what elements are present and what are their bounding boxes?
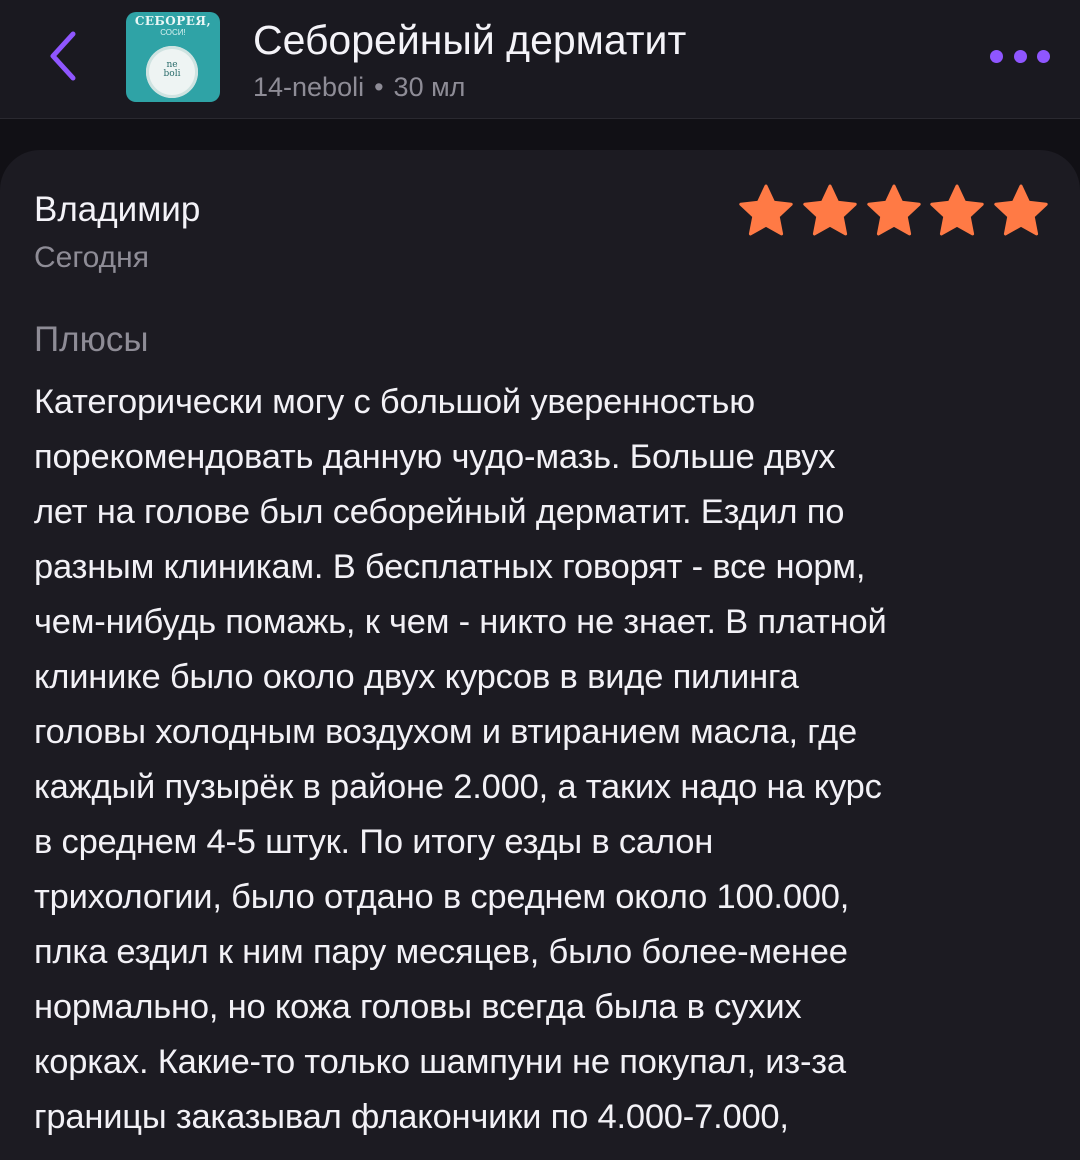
product-subtitle: 14-neboli • 30 мл (253, 70, 465, 104)
star-icon (994, 184, 1048, 236)
review-author: Владимир (34, 190, 201, 229)
review-text-line: плка ездил к ним пару месяцев, было боле… (34, 933, 848, 971)
review-text-line: каждый пузырёк в районе 2.000, а таких н… (34, 768, 882, 806)
jar-label: ne boli (150, 61, 194, 79)
review-text-line: порекомендовать данную чудо-мазь. Больше… (34, 438, 836, 476)
more-dot-icon (1037, 49, 1050, 63)
more-dot-icon (1013, 49, 1027, 63)
star-rating (736, 183, 1051, 239)
review-text-line: в среднем 4-5 штук. По итогу езды в сало… (34, 823, 714, 861)
review-text-line: чем-нибудь помажь, к чем - никто не знае… (34, 603, 887, 641)
thumbnail-brand-text: СЕБОРЕЯ, (134, 14, 212, 28)
review-text-line: лет на голове был себорейный дерматит. Е… (34, 493, 845, 531)
review-text-line: нормально, но кожа головы всегда была в … (34, 988, 802, 1026)
product-title: Себорейный дерматит (253, 17, 687, 63)
pros-label: Плюсы (34, 320, 149, 359)
review-text-line: Категорически могу с большой уверенность… (34, 383, 755, 421)
jar-label-bottom: boli (163, 69, 181, 79)
product-thumbnail[interactable]: СЕБОРЕЯ, СОСИ! ne boli (126, 12, 220, 102)
review-text-line: головы холодным воздухом и втиранием мас… (34, 713, 858, 751)
thumbnail-brand-sub: СОСИ! (160, 28, 186, 37)
star-icon (866, 184, 921, 236)
top-bar: СЕБОРЕЯ, СОСИ! ne boli Себорейный дермат… (0, 0, 1080, 119)
back-button[interactable] (38, 28, 88, 84)
review-text-line: разным клиникам. В бесплатных говорят - … (34, 548, 866, 586)
review-text-line: трихологии, было отдано в среднем около … (34, 878, 850, 916)
star-icon (739, 184, 793, 236)
more-options-button[interactable] (990, 42, 1050, 70)
star-icon (803, 184, 857, 236)
star-icon (930, 184, 984, 236)
review-date: Сегодня (34, 241, 149, 274)
chevron-left-icon (50, 31, 76, 81)
seller-name: 14-neboli (253, 72, 365, 102)
separator-dot: • (374, 72, 384, 102)
review-text-line: корках. Какие-то только шампуни не покуп… (34, 1043, 846, 1081)
more-dot-icon (990, 49, 1003, 63)
product-volume: 30 мл (393, 72, 466, 102)
review-text-line: границы заказывал флакончики по 4.000-7.… (34, 1098, 789, 1136)
review-text: Категорически могу с большой уверенность… (34, 375, 1054, 1145)
review-text-line: клинике было около двух курсов в виде пи… (34, 658, 799, 696)
